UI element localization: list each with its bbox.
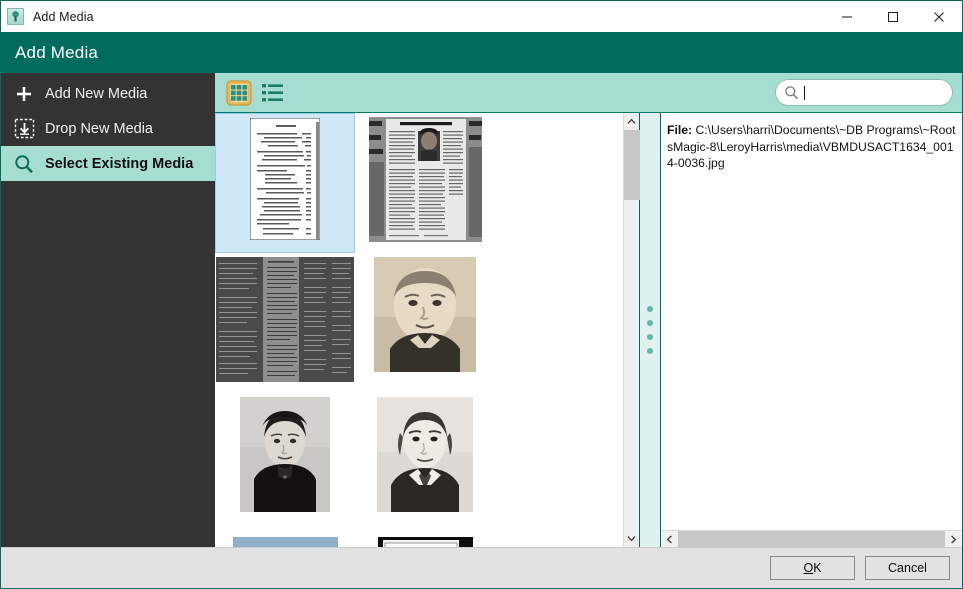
dialog-footer: OK Cancel bbox=[1, 547, 962, 588]
ok-rest: K bbox=[813, 561, 822, 575]
thumbnail-portrait-bw-man bbox=[377, 397, 473, 512]
media-item[interactable] bbox=[355, 393, 495, 533]
window-title: Add Media bbox=[33, 9, 94, 24]
search-icon bbox=[11, 151, 37, 177]
media-toolbar bbox=[215, 73, 962, 113]
sidebar: Add New Media Drop New Media Select Exis… bbox=[1, 73, 215, 547]
plus-icon bbox=[11, 81, 37, 107]
add-media-dialog: Add Media Add Media Add New Media Drop N… bbox=[0, 0, 963, 589]
gallery-pane: 1880 U.S. Census - Frel... bbox=[215, 113, 640, 547]
scrollbar-thumb[interactable] bbox=[678, 530, 945, 548]
thumbnail-document-page bbox=[250, 118, 320, 240]
chevron-up-icon[interactable] bbox=[624, 113, 640, 130]
sidebar-item-label: Drop New Media bbox=[45, 120, 153, 137]
dialog-banner: Add Media bbox=[1, 32, 962, 73]
scrollbar-track[interactable] bbox=[623, 130, 640, 530]
ok-accel: O bbox=[803, 561, 814, 575]
chevron-down-icon[interactable] bbox=[624, 530, 640, 547]
list-view-icon[interactable] bbox=[258, 79, 288, 107]
ok-button-label: OK bbox=[803, 561, 821, 575]
window-titlebar: Add Media bbox=[1, 1, 962, 32]
splitter-dot bbox=[647, 334, 653, 340]
detail-pane: File: C:\Users\harri\Documents\~DB Progr… bbox=[661, 113, 962, 548]
thumbnail-newspaper-clipping bbox=[368, 117, 482, 242]
detail-content: File: C:\Users\harri\Documents\~DB Progr… bbox=[661, 113, 962, 530]
chevron-right-icon[interactable] bbox=[945, 531, 962, 548]
cancel-button[interactable]: Cancel bbox=[865, 556, 950, 580]
gallery-vertical-scrollbar[interactable] bbox=[623, 113, 640, 547]
cancel-button-label: Cancel bbox=[888, 561, 927, 575]
file-path-value: C:\Users\harri\Documents\~DB Programs\~R… bbox=[667, 123, 956, 170]
media-item[interactable] bbox=[215, 253, 355, 393]
thumbnail-color-photo-woman bbox=[232, 537, 338, 547]
splitter-dot bbox=[647, 348, 653, 354]
minimize-icon[interactable] bbox=[824, 1, 870, 32]
sidebar-item-select-existing-media[interactable]: Select Existing Media bbox=[1, 146, 215, 181]
dialog-body: Add New Media Drop New Media Select Exis… bbox=[1, 73, 962, 548]
splitter-dot bbox=[647, 320, 653, 326]
content-area: 1880 U.S. Census - Frel... bbox=[215, 73, 962, 548]
download-box-icon bbox=[11, 116, 37, 142]
file-path-row: File: C:\Users\harri\Documents\~DB Progr… bbox=[667, 122, 958, 172]
media-item[interactable] bbox=[215, 113, 355, 253]
sidebar-item-add-new-media[interactable]: Add New Media bbox=[1, 76, 215, 111]
sidebar-item-label: Add New Media bbox=[45, 85, 148, 102]
thumbnail-portrait-bw-woman bbox=[240, 397, 330, 512]
media-item[interactable] bbox=[355, 253, 495, 393]
family-tree-icon bbox=[7, 8, 24, 25]
scrollbar-track[interactable] bbox=[678, 530, 945, 548]
thumbnail-newspaper-columns bbox=[216, 257, 354, 382]
maximize-icon[interactable] bbox=[870, 1, 916, 32]
pane-splitter[interactable] bbox=[639, 113, 661, 547]
close-icon[interactable] bbox=[916, 1, 962, 32]
ok-button[interactable]: OK bbox=[770, 556, 855, 580]
thumbnail-census-form-1880 bbox=[377, 537, 473, 547]
grid-view-icon[interactable] bbox=[224, 79, 254, 107]
media-item[interactable] bbox=[355, 113, 495, 253]
sidebar-item-drop-new-media[interactable]: Drop New Media bbox=[1, 111, 215, 146]
window-controls bbox=[824, 1, 962, 32]
media-item[interactable] bbox=[215, 393, 355, 533]
search-input[interactable] bbox=[775, 79, 953, 106]
search-container bbox=[775, 79, 953, 106]
sidebar-item-label: Select Existing Media bbox=[45, 155, 194, 172]
splitter-dot bbox=[647, 306, 653, 312]
media-item[interactable] bbox=[215, 533, 355, 547]
search-icon bbox=[784, 85, 800, 100]
panes: 1880 U.S. Census - Frel... bbox=[215, 113, 962, 548]
gallery-scroll-area[interactable]: 1880 U.S. Census - Frel... bbox=[215, 113, 623, 547]
chevron-left-icon[interactable] bbox=[661, 531, 678, 548]
media-item[interactable]: 1880 U.S. Census - Frel... bbox=[355, 533, 495, 547]
media-grid: 1880 U.S. Census - Frel... bbox=[215, 113, 623, 547]
text-caret bbox=[804, 85, 805, 100]
scrollbar-thumb[interactable] bbox=[623, 130, 640, 200]
file-label: File: bbox=[667, 123, 693, 137]
detail-horizontal-scrollbar[interactable] bbox=[661, 530, 962, 548]
page-title: Add Media bbox=[15, 42, 99, 62]
thumbnail-portrait-sepia-man bbox=[374, 257, 476, 372]
